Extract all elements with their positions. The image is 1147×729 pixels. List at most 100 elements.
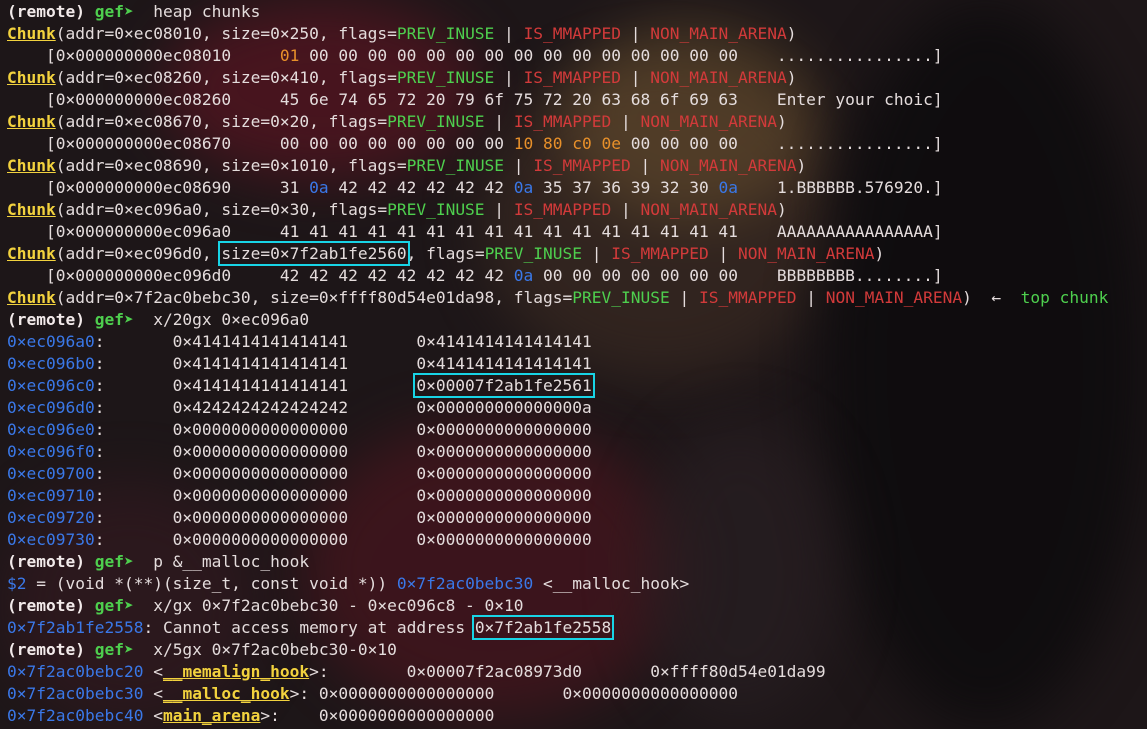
terminal-text: [0×000000000ec08670 00 00 00 00 00 00 00… (7, 134, 514, 153)
terminal-text: NON_MAIN_ARENA (650, 68, 787, 87)
terminal-line: (remote) gef➤ x/20gx 0×ec096a0 (7, 309, 1147, 331)
terminal-output[interactable]: (remote) gef➤ heap chunks Chunk(addr=0×ec… (7, 1, 1147, 727)
terminal-text: (addr=0×ec08670, size=0×20, flags= (55, 112, 388, 131)
terminal-text: heap chunks (143, 2, 261, 21)
terminal-line: Chunk(addr=0×ec096a0, size=0×30, flags=P… (7, 199, 1147, 221)
terminal-text: 0×ec096d0 (7, 398, 95, 417)
terminal-line: [0×000000000ec08260 45 6e 74 65 72 20 79… (7, 89, 1147, 111)
terminal-line: [0×000000000ec08670 00 00 00 00 00 00 00… (7, 133, 1147, 155)
terminal-text: (addr=0×7f2ac0bebc30, size=0×ffff80d54e0… (55, 288, 573, 307)
terminal-text: NON_MAIN_ARENA (660, 156, 797, 175)
terminal-text: ) (776, 112, 787, 131)
terminal-text: 0×7f2ac0bebc20 (7, 662, 144, 681)
terminal-line: (remote) gef➤ x/gx 0×7f2ac0bebc30 - 0×ec… (7, 595, 1147, 617)
terminal-text: x/5gx 0×7f2ac0bebc30-0×10 (143, 640, 397, 659)
terminal-text: Chunk (7, 244, 56, 263)
highlight-box: size=0×7f2ab1fe2560 (218, 241, 410, 266)
terminal-text: NON_MAIN_ARENA (640, 200, 777, 219)
terminal-line: 0×ec096e0: 0×0000000000000000 0×00000000… (7, 419, 1147, 441)
terminal-text: 00 00 00 00 00 00 00 00 00 00 00 00 00 0… (299, 46, 943, 65)
terminal-text: __memalign_hook (162, 662, 310, 681)
terminal-line: Chunk(addr=0×7f2ac0bebc30, size=0×ffff80… (7, 287, 1147, 309)
terminal-line: 0×ec09710: 0×0000000000000000 0×00000000… (7, 485, 1147, 507)
terminal-text: | (484, 200, 514, 219)
terminal-text: 0×ec096e0 (7, 420, 95, 439)
terminal-text: , flags= (406, 244, 485, 263)
terminal-line: [0×000000000ec096d0 42 42 42 42 42 42 42… (7, 265, 1147, 287)
terminal-text: | (621, 68, 651, 87)
terminal-text: 01 (279, 46, 300, 65)
terminal-text: gef➤ (94, 596, 144, 615)
terminal-text: | (484, 112, 514, 131)
terminal-line: 0×ec096b0: 0×4141414141414141 0×41414141… (7, 353, 1147, 375)
terminal-line: Chunk(addr=0×ec08690, size=0×1010, flags… (7, 155, 1147, 177)
terminal-text: PREV_INUSE (572, 288, 670, 307)
terminal-text: (remote) (7, 2, 95, 21)
terminal-text: Chunk (7, 200, 56, 219)
terminal-text: gef➤ (94, 2, 144, 21)
terminal-text: (remote) (7, 310, 95, 329)
terminal-text: PREV_INUSE (396, 68, 495, 87)
terminal-text: Chunk (7, 288, 56, 307)
terminal-text: 42 42 42 42 42 42 (328, 178, 514, 197)
terminal-text: (remote) (7, 640, 95, 659)
terminal-text: NON_MAIN_ARENA (650, 24, 787, 43)
terminal-text: : 0×0000000000000000 0×0000000000000000 (94, 508, 592, 527)
terminal-text: : Cannot access memory at address (143, 618, 475, 637)
terminal-text: 0×ec09710 (7, 486, 95, 505)
terminal-text: NON_MAIN_ARENA (825, 288, 963, 307)
terminal-text: | (630, 156, 661, 175)
terminal-text: 0×ec09720 (7, 508, 95, 527)
terminal-text: [0×000000000ec096d0 42 42 42 42 42 42 42… (7, 266, 514, 285)
terminal-text: 0×ec09730 (7, 530, 95, 549)
terminal-text: 0×7f2ac0bebc40 (7, 706, 144, 725)
terminal-text: PREV_INUSE (406, 156, 505, 175)
terminal-text: (addr=0×ec08260, size=0×410, flags= (55, 68, 397, 87)
terminal-text: : 0×4141414141414141 (94, 376, 417, 395)
terminal-text: < (143, 706, 163, 725)
terminal-line: [0×000000000ec08690 31 0a 42 42 42 42 42… (7, 177, 1147, 199)
terminal-text: : 0×0000000000000000 0×0000000000000000 (94, 464, 592, 483)
terminal-text: (addr=0×ec08690, size=0×1010, flags= (55, 156, 407, 175)
terminal-text: : 0×0000000000000000 0×0000000000000000 (94, 442, 592, 461)
terminal-text: 0a (513, 266, 534, 285)
terminal-text: IS_MMAPPED (523, 24, 622, 43)
terminal-text: | (494, 24, 524, 43)
highlight-box: 0×7f2ab1fe2558 (471, 615, 615, 640)
terminal-text: 0×ec096f0 (7, 442, 95, 461)
terminal-line: (remote) gef➤ heap chunks (7, 1, 1147, 23)
terminal-text: gef➤ (94, 552, 144, 571)
terminal-text: (addr=0×ec096a0, size=0×30, flags= (55, 200, 388, 219)
terminal-text: | (504, 156, 534, 175)
terminal-line: [0×000000000ec096a0 41 41 41 41 41 41 41… (7, 221, 1147, 243)
terminal-text: | (669, 288, 699, 307)
terminal-text: 10 80 c0 0e (513, 134, 621, 153)
terminal-text: 0×ec096a0 (7, 332, 95, 351)
terminal-text: : 0×4141414141414141 0×4141414141414141 (94, 332, 592, 351)
terminal-text: 00 00 00 00 00 00 00 BBBBBBBB........] (533, 266, 943, 285)
terminal-text: | (796, 288, 826, 307)
terminal-text: IS_MMAPPED (533, 156, 631, 175)
terminal-text: Chunk (7, 68, 56, 87)
terminal-text: __malloc_hook (162, 684, 290, 703)
terminal-text: $2 (7, 574, 27, 593)
terminal-text: PREV_INUSE (484, 244, 583, 263)
terminal-text: <__malloc_hook> (533, 574, 690, 593)
terminal-text: 0a (309, 178, 329, 197)
terminal-text: gef➤ (94, 310, 144, 329)
terminal-text: ) ← (962, 288, 1021, 307)
terminal-line: 0×ec096c0: 0×4141414141414141 0×00007f2a… (7, 373, 1147, 398)
terminal-text: 0a (513, 178, 534, 197)
terminal-line: Chunk(addr=0×ec096d0, size=0×7f2ab1fe256… (7, 241, 1147, 266)
terminal-text: Chunk (7, 112, 56, 131)
terminal-text: 0×7f2ac0bebc30 (7, 684, 144, 703)
terminal-text: IS_MMAPPED (611, 244, 709, 263)
terminal-text: IS_MMAPPED (513, 200, 612, 219)
terminal-text: IS_MMAPPED (513, 112, 612, 131)
terminal-text: ) (796, 156, 807, 175)
terminal-text: x/20gx 0×ec096a0 (143, 310, 310, 329)
terminal-text: | (611, 200, 641, 219)
terminal-line: 0×7f2ac0bebc30 <__malloc_hook>: 0×000000… (7, 683, 1147, 705)
terminal-text: (remote) (7, 552, 95, 571)
terminal-line: Chunk(addr=0×ec08670, size=0×20, flags=P… (7, 111, 1147, 133)
